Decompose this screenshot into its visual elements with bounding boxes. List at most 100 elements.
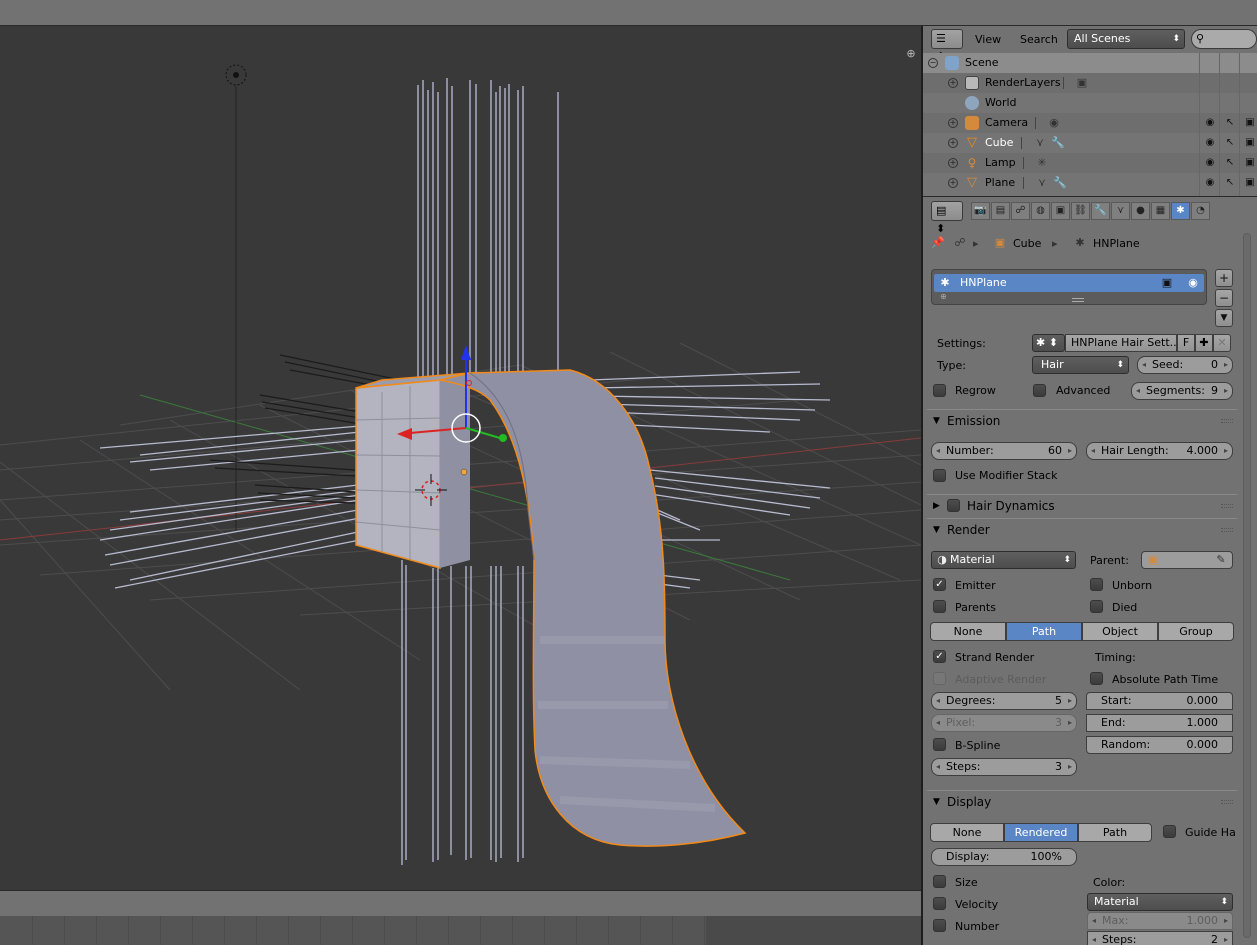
outliner-menu-view[interactable]: View bbox=[975, 33, 1001, 46]
remove-particle-system-button[interactable]: − bbox=[1215, 289, 1233, 307]
visibility-eye-icon[interactable]: ◉ bbox=[1203, 136, 1217, 150]
visibility-eye-icon[interactable]: ◉ bbox=[1203, 176, 1217, 190]
max-field[interactable]: ◂ Max: 1.000 ▸ bbox=[1087, 912, 1233, 930]
visibility-eye-icon[interactable]: ◉ bbox=[1186, 276, 1200, 290]
search-field[interactable]: ⚲ bbox=[1191, 29, 1257, 49]
collapse-icon[interactable]: − bbox=[928, 58, 938, 68]
tab-modifiers[interactable]: 🔧 bbox=[1091, 202, 1110, 220]
display-panel-header[interactable]: ▼ Display bbox=[927, 790, 1237, 812]
settings-name-field[interactable]: HNPlane Hair Sett... bbox=[1065, 334, 1177, 352]
emission-panel-header[interactable]: ▼ Emission bbox=[927, 409, 1237, 431]
strand-render-checkbox[interactable]: ✓ bbox=[933, 650, 946, 663]
end-field[interactable]: End: 1.000 bbox=[1086, 714, 1233, 732]
display-percentage-field[interactable]: Display: 100% bbox=[931, 848, 1077, 866]
expand-icon[interactable]: + bbox=[948, 118, 958, 128]
display-steps-field[interactable]: ◂ Steps: 2 ▸ bbox=[1087, 931, 1233, 945]
editor-type-button[interactable]: ☰ ⬍ bbox=[931, 29, 963, 63]
selectable-cursor-icon[interactable]: ↖ bbox=[1223, 136, 1237, 150]
unborn-checkbox[interactable] bbox=[1090, 578, 1103, 591]
outliner-row-camera[interactable]: + Camera ◉ ◉ ↖ ▣ bbox=[923, 113, 1257, 133]
outliner-menu-search[interactable]: Search bbox=[1020, 33, 1058, 46]
viewport-split-widget[interactable]: ⊕ bbox=[905, 48, 917, 60]
tab-world[interactable]: ◍ bbox=[1031, 202, 1050, 220]
unlink-settings-button[interactable]: ✕ bbox=[1213, 334, 1231, 352]
add-particle-system-button[interactable]: + bbox=[1215, 269, 1233, 287]
expand-icon[interactable]: + bbox=[948, 78, 958, 88]
render-panel-header[interactable]: ▼ Render bbox=[927, 518, 1237, 540]
emitter-checkbox[interactable]: ✓ bbox=[933, 578, 946, 591]
random-field[interactable]: Random: 0.000 bbox=[1086, 736, 1233, 754]
selectable-cursor-icon[interactable]: ↖ bbox=[1223, 116, 1237, 130]
tab-render-layers[interactable]: ▤ bbox=[991, 202, 1010, 220]
outliner-row-lamp[interactable]: + ♀ Lamp ✳ ◉ ↖ ▣ bbox=[923, 153, 1257, 173]
display-as-path[interactable]: Path bbox=[1078, 823, 1152, 842]
render-as-group[interactable]: Group bbox=[1158, 622, 1234, 641]
parents-checkbox[interactable] bbox=[933, 600, 946, 613]
outliner-row-renderlayers[interactable]: + RenderLayers ▣ bbox=[923, 73, 1257, 93]
fake-user-button[interactable]: F bbox=[1177, 334, 1195, 352]
particle-list-item[interactable]: ✱ HNPlane ▣ ◉ bbox=[934, 274, 1204, 292]
seed-field[interactable]: ◂ Seed: 0 ▸ bbox=[1137, 356, 1233, 374]
outliner-row-cube[interactable]: + ▽ Cube ⋎ 🔧 ◉ ↖ ▣ bbox=[923, 133, 1257, 153]
expand-icon[interactable]: + bbox=[948, 158, 958, 168]
display-as-rendered[interactable]: Rendered bbox=[1004, 823, 1078, 842]
tab-render[interactable]: 📷 bbox=[971, 202, 990, 220]
tab-object[interactable]: ▣ bbox=[1051, 202, 1070, 220]
type-dropdown[interactable]: Hair ⬍ bbox=[1032, 356, 1129, 374]
expand-icon[interactable]: + bbox=[948, 178, 958, 188]
render-camera-icon[interactable]: ▣ bbox=[1243, 176, 1257, 190]
tab-scene[interactable]: ☍ bbox=[1011, 202, 1030, 220]
selectable-cursor-icon[interactable]: ↖ bbox=[1223, 156, 1237, 170]
selectable-cursor-icon[interactable]: ↖ bbox=[1223, 176, 1237, 190]
visibility-eye-icon[interactable]: ◉ bbox=[1203, 116, 1217, 130]
advanced-checkbox[interactable] bbox=[1033, 384, 1046, 397]
3d-viewport[interactable]: ⊕ bbox=[0, 26, 921, 890]
list-filter-icon[interactable]: ⊕ bbox=[940, 292, 947, 301]
list-resize-grip[interactable] bbox=[1072, 298, 1084, 302]
new-settings-button[interactable]: ✚ bbox=[1195, 334, 1213, 352]
outliner-row-world[interactable]: World bbox=[923, 93, 1257, 113]
regrow-checkbox[interactable] bbox=[933, 384, 946, 397]
start-field[interactable]: Start: 0.000 bbox=[1086, 692, 1233, 710]
velocity-checkbox[interactable] bbox=[933, 897, 946, 910]
render-as-none[interactable]: None bbox=[930, 622, 1006, 641]
hair-length-field[interactable]: ◂ Hair Length: 4.000 ▸ bbox=[1086, 442, 1233, 460]
absolute-path-time-checkbox[interactable] bbox=[1090, 672, 1103, 685]
expand-icon[interactable]: + bbox=[948, 138, 958, 148]
tab-constraints[interactable]: ⛓ bbox=[1071, 202, 1090, 220]
adaptive-render-checkbox[interactable] bbox=[933, 672, 946, 685]
parent-object-field[interactable]: ▣ ✎ bbox=[1141, 551, 1233, 569]
display-color-dropdown[interactable]: Material ⬍ bbox=[1087, 893, 1233, 911]
number-field[interactable]: ◂ Number: 60 ▸ bbox=[931, 442, 1077, 460]
particle-specials-menu[interactable]: ▼ bbox=[1215, 309, 1233, 327]
render-camera-icon[interactable]: ▣ bbox=[1243, 116, 1257, 130]
properties-scrollbar[interactable] bbox=[1243, 233, 1251, 938]
render-camera-icon[interactable]: ▣ bbox=[1243, 156, 1257, 170]
tab-data[interactable]: ⋎ bbox=[1111, 202, 1130, 220]
died-checkbox[interactable] bbox=[1090, 600, 1103, 613]
render-as-path[interactable]: Path bbox=[1006, 622, 1082, 641]
pin-icon[interactable]: 📌 bbox=[931, 236, 945, 250]
render-camera-icon[interactable]: ▣ bbox=[1243, 136, 1257, 150]
settings-browse-button[interactable]: ✱ ⬍ bbox=[1032, 334, 1065, 352]
degrees-field[interactable]: ◂ Degrees: 5 ▸ bbox=[931, 692, 1077, 710]
bspline-checkbox[interactable] bbox=[933, 738, 946, 751]
pixel-field[interactable]: ◂ Pixel: 3 ▸ bbox=[931, 714, 1077, 732]
visibility-eye-icon[interactable]: ◉ bbox=[1203, 156, 1217, 170]
render-camera-icon[interactable]: ▣ bbox=[1160, 276, 1174, 290]
steps-field[interactable]: ◂ Steps: 3 ▸ bbox=[931, 758, 1077, 776]
segments-field[interactable]: ◂ Segments: 9 ▸ bbox=[1131, 382, 1233, 400]
display-as-none[interactable]: None bbox=[930, 823, 1004, 842]
tab-physics[interactable]: ◔ bbox=[1191, 202, 1210, 220]
number-checkbox[interactable] bbox=[933, 919, 946, 932]
use-modifier-stack-checkbox[interactable] bbox=[933, 469, 946, 482]
particle-system-list[interactable]: ✱ HNPlane ▣ ◉ ⊕ bbox=[931, 269, 1207, 305]
scenes-dropdown[interactable]: All Scenes ⬍ bbox=[1067, 29, 1185, 49]
tab-particles[interactable]: ✱ bbox=[1171, 202, 1190, 220]
outliner-row-scene[interactable]: − Scene bbox=[923, 53, 1257, 73]
outliner-row-plane[interactable]: + ▽ Plane ⋎ 🔧 ◉ ↖ ▣ bbox=[923, 173, 1257, 193]
size-checkbox[interactable] bbox=[933, 875, 946, 888]
timeline-strip[interactable] bbox=[0, 916, 921, 945]
tab-texture[interactable]: ▦ bbox=[1151, 202, 1170, 220]
editor-type-button[interactable]: ▤ ⬍ bbox=[931, 201, 963, 235]
